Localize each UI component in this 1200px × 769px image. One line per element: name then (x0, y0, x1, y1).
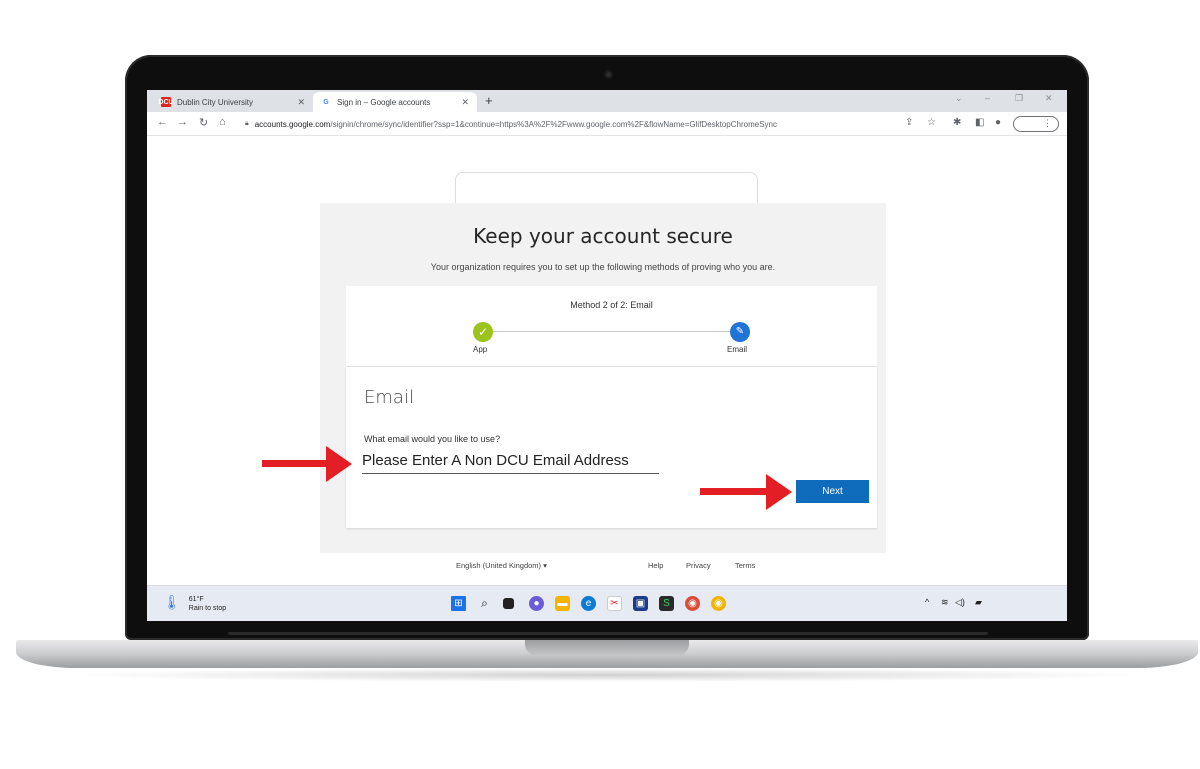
email-method-card (346, 366, 877, 528)
chevron-down-icon: ▾ (543, 561, 547, 570)
restore-icon[interactable]: ❐ (1015, 93, 1023, 104)
volume-icon[interactable]: ◁) (955, 597, 965, 608)
battery-icon[interactable]: ▰ (975, 597, 982, 608)
section-heading: Email (364, 387, 414, 408)
teams-chat-icon[interactable]: ● (529, 596, 544, 611)
page-subtitle: Your organization requires you to set up… (430, 262, 776, 272)
tab-title: Sign in – Google accounts (337, 97, 431, 107)
privacy-link[interactable]: Privacy (686, 561, 711, 570)
tab-title: Dublin City University (177, 97, 254, 107)
page-title: Keep your account secure (473, 224, 733, 248)
minimize-icon[interactable]: – (985, 93, 990, 103)
laptop-screen: DCU Dublin City University ✕ G Sign in –… (147, 90, 1067, 621)
chevron-up-icon[interactable]: ^ (925, 597, 929, 607)
laptop-hinge (228, 632, 988, 635)
task-view-icon[interactable] (503, 598, 514, 609)
menu-kebab-icon[interactable]: ⋮ (1043, 118, 1052, 129)
new-tab-icon[interactable]: + (485, 93, 493, 108)
url-path: /signin/chrome/sync/identifier?ssp=1&con… (330, 119, 777, 129)
profile-pill[interactable]: ⋮ (1013, 116, 1059, 132)
terms-link[interactable]: Terms (735, 561, 755, 570)
close-tab-icon[interactable]: ✕ (297, 97, 305, 108)
search-icon[interactable]: ⌕ (477, 596, 492, 611)
app-icon[interactable]: S (659, 596, 674, 611)
store-icon[interactable]: ▣ (633, 596, 648, 611)
share-icon[interactable]: ⇪ (905, 117, 913, 128)
pencil-icon: ✎ (730, 322, 750, 342)
dcu-logo-icon: DCU (158, 97, 174, 107)
profile-icon[interactable]: ● (995, 117, 1001, 128)
language-label: English (United Kingdom) (456, 561, 542, 570)
back-icon[interactable]: ← (157, 116, 168, 128)
step-label-app: App (473, 345, 488, 354)
checkmark-icon: ✓ (473, 322, 493, 342)
tab-dublin-city-university[interactable]: DCU Dublin City University ✕ (153, 92, 313, 112)
method-label: Method 2 of 2: Email (570, 300, 653, 310)
url-domain: accounts.google.com (254, 119, 331, 129)
annotation-arrow-next (700, 474, 792, 510)
lock-icon: 🔒︎ (245, 120, 249, 127)
help-link[interactable]: Help (648, 561, 663, 570)
home-icon[interactable]: ⌂ (219, 116, 226, 128)
email-question: What email would you like to use? (364, 434, 501, 444)
webcam (604, 70, 613, 79)
side-panel-icon[interactable]: ◧ (975, 117, 984, 128)
chrome-icon[interactable]: ◉ (685, 596, 700, 611)
close-window-icon[interactable]: ✕ (1045, 93, 1053, 104)
tab-search-icon[interactable]: ⌄ (955, 93, 963, 104)
laptop-notch (525, 640, 689, 656)
browser-toolbar: ← → ↻ ⌂ 🔒︎ accounts.google.com /signin/c… (147, 112, 1067, 136)
snipping-tool-icon[interactable]: ✂ (607, 596, 622, 611)
step-label-email: Email (727, 345, 748, 354)
weather-desc: Rain to stop (188, 605, 227, 612)
windows-start-icon[interactable]: ⊞ (451, 596, 466, 611)
weather-widget[interactable]: 🌡︎ 61°F Rain to stop (163, 595, 226, 613)
windows-taskbar: 🌡︎ 61°F Rain to stop ⊞ ⌕ ● ▬ e ✂ ▣ S ◉ ◉… (147, 585, 1067, 621)
next-button[interactable]: Next (796, 480, 869, 503)
address-bar[interactable]: 🔒︎ accounts.google.com /signin/chrome/sy… (239, 115, 907, 133)
method-progress-card (346, 286, 877, 366)
edge-icon[interactable]: e (581, 596, 596, 611)
tab-google-sign-in[interactable]: G Sign in – Google accounts ✕ (313, 92, 477, 112)
wifi-icon[interactable]: ≋ (941, 597, 949, 608)
reload-icon[interactable]: ↻ (199, 116, 208, 129)
close-tab-icon[interactable]: ✕ (461, 97, 469, 108)
thermometer-icon: 🌡︎ (163, 594, 181, 610)
file-explorer-icon[interactable]: ▬ (555, 596, 570, 611)
google-logo-icon: G (323, 98, 329, 106)
forward-icon[interactable]: → (177, 116, 188, 128)
extensions-icon[interactable]: ✱ (953, 117, 961, 128)
browser-tab-bar: DCU Dublin City University ✕ G Sign in –… (147, 90, 1067, 112)
email-input[interactable]: Please Enter A Non DCU Email Address (362, 452, 659, 474)
language-selector[interactable]: English (United Kingdom) ▾ (456, 561, 547, 570)
annotation-arrow-email (262, 446, 352, 482)
chrome-icon[interactable]: ◉ (711, 596, 726, 611)
weather-temp: 61°F (188, 596, 204, 603)
laptop-shadow (60, 668, 1154, 682)
progress-line (483, 331, 741, 332)
bookmark-star-icon[interactable]: ☆ (927, 117, 936, 128)
